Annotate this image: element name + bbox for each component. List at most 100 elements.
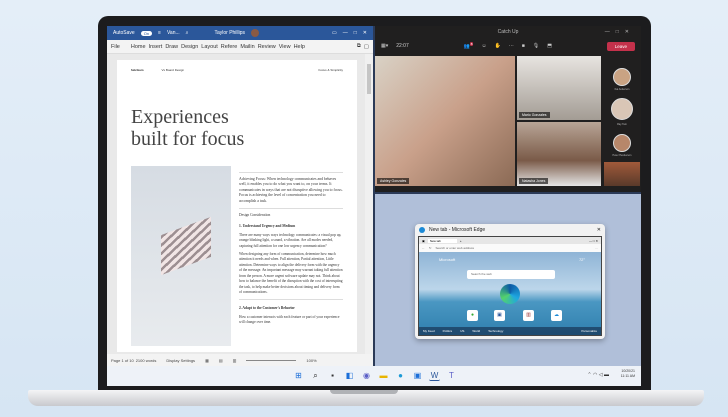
edge-window-thumbnail[interactable]: New tab - Microsoft Edge ✕ ▣ New tab + — □ … (415, 224, 605, 339)
leave-button[interactable]: Leave (606, 41, 635, 51)
ribbon-display-icon[interactable]: ▭ (332, 30, 337, 36)
doc-header-mid: Vs Board Design (161, 68, 185, 72)
address-input[interactable]: Search or enter web address (436, 246, 475, 250)
tab-help[interactable]: Help (294, 44, 305, 50)
video-tile-main[interactable]: Ashley Gonzales (375, 56, 515, 186)
edge-icon[interactable]: ● (395, 370, 406, 381)
quick-link-onedrive[interactable]: ☁ (551, 310, 562, 321)
document-page[interactable]: fabrikam Vs Board Design Focus & Simplic… (117, 60, 357, 352)
save-icon[interactable]: ≡ (158, 30, 161, 36)
doc-body: Achieving Focus: When technology communi… (239, 168, 343, 326)
start-icon[interactable]: ⊞ (293, 370, 304, 381)
nav-politics[interactable]: Politics (443, 329, 453, 333)
paragraph-3: How a customer interacts with each featu… (239, 314, 340, 325)
autosave-label: AutoSave (113, 30, 135, 36)
reactions-icon[interactable]: ☺ (481, 43, 486, 49)
quick-link[interactable]: ▣ (494, 310, 505, 321)
system-tray-icons[interactable]: ⌃ ◠ ◁ ▬ (587, 372, 609, 378)
edge-icon (419, 227, 425, 233)
roster-avatar[interactable] (611, 98, 633, 120)
personalize-button[interactable]: Personalize (581, 329, 597, 333)
comments-icon[interactable]: ▢ (364, 44, 369, 50)
autosave-toggle[interactable]: On (140, 30, 153, 36)
self-view-tile[interactable] (604, 162, 640, 186)
clock[interactable]: 10/20/21 11:11 AM (621, 369, 635, 379)
raise-hand-icon[interactable]: ✋ (495, 43, 501, 49)
quick-link-xbox[interactable]: ● (467, 310, 478, 321)
tab-layout[interactable]: Layout (201, 44, 218, 50)
page-count[interactable]: Page 1 of 10 (111, 358, 134, 363)
nav-world[interactable]: World (472, 329, 480, 333)
quick-link[interactable]: ▥ (523, 310, 534, 321)
participant-name: Natasha Jones (519, 178, 549, 184)
word-count[interactable]: 2100 words (136, 358, 157, 363)
page-header: fabrikam Vs Board Design Focus & Simplic… (131, 68, 343, 72)
nav-us[interactable]: US (460, 329, 464, 333)
layout-icon[interactable]: ▦▾ (381, 43, 388, 49)
video-tile[interactable]: Natasha Jones (517, 122, 601, 186)
avatar[interactable] (251, 29, 260, 37)
window-controls[interactable]: — □ ✕ (589, 239, 598, 243)
tab-home[interactable]: Home (131, 44, 146, 50)
roster-avatar[interactable] (613, 68, 631, 86)
refresh-icon[interactable]: ↻ (429, 246, 432, 250)
teams-icon[interactable]: T (446, 370, 457, 381)
camera-icon[interactable]: ■ (522, 43, 525, 49)
store-icon[interactable]: ▣ (412, 370, 423, 381)
building-image (131, 166, 231, 346)
nav-my-feed[interactable]: My Feed (423, 329, 435, 333)
tab-actions-icon[interactable]: ▣ (422, 239, 425, 243)
zoom-level[interactable]: 100% (306, 358, 316, 363)
user-name[interactable]: Taylor Phillips (214, 30, 245, 36)
close-icon[interactable]: ✕ (597, 227, 601, 233)
menu-icon[interactable]: ··· (595, 246, 598, 250)
tab-draw[interactable]: Draw (165, 44, 178, 50)
window-controls[interactable]: —□✕ (605, 26, 635, 38)
word-window: AutoSave On ≡ Van... ⌕ Taylor Phillips ▭… (107, 26, 373, 366)
roster-avatar[interactable] (613, 134, 631, 152)
display-settings[interactable]: Display Settings (166, 358, 195, 363)
maximize-icon[interactable]: □ (354, 30, 357, 36)
tab-view[interactable]: View (279, 44, 291, 50)
back-icon[interactable]: ← (422, 246, 425, 250)
share-screen-icon[interactable]: ⬒ (547, 43, 552, 49)
browser-tab[interactable]: New tab (427, 238, 457, 243)
tab-references[interactable]: Refere (221, 44, 238, 50)
edge-window-title: New tab - Microsoft Edge (429, 227, 486, 233)
chat-icon[interactable]: ◉ (361, 370, 372, 381)
tab-insert[interactable]: Insert (149, 44, 163, 50)
share-icon[interactable]: ⧉ (357, 43, 361, 50)
nav-technology[interactable]: Technology (488, 329, 503, 333)
read-mode-icon[interactable]: ▦ (205, 358, 209, 363)
web-layout-icon[interactable]: ▥ (233, 358, 237, 363)
video-tile[interactable]: Mario Gonzales (517, 56, 601, 120)
scroll-thumb[interactable] (367, 64, 371, 94)
mic-icon[interactable]: 🎙 (533, 43, 539, 49)
new-tab-icon[interactable]: + (460, 239, 462, 243)
file-explorer-icon[interactable]: ▬ (378, 370, 389, 381)
minimize-icon[interactable]: — (343, 30, 348, 36)
participants-icon[interactable]: 👥8 (464, 42, 474, 50)
intro-paragraph: Achieving Focus: When technology communi… (239, 177, 343, 203)
close-icon[interactable]: ✕ (363, 30, 367, 36)
meeting-toolbar: ▦▾ 22:07 👥8 ☺ ✋ ··· ■ 🎙 ⬒ Leave (375, 38, 641, 54)
tab-review[interactable]: Review (258, 44, 276, 50)
filename[interactable]: Van... (167, 30, 180, 36)
roster-name: Peter Henderson (612, 154, 632, 157)
web-search-input[interactable]: Search the web (467, 270, 555, 279)
print-layout-icon[interactable]: ▤ (219, 358, 223, 363)
zoom-slider[interactable] (246, 359, 297, 361)
tab-design[interactable]: Design (181, 44, 198, 50)
more-icon[interactable]: ··· (509, 43, 514, 49)
search-icon[interactable]: ⌕ (310, 370, 321, 381)
doc-header-right: Focus & Simplicity (318, 68, 343, 72)
tab-mailings[interactable]: Mailin (240, 44, 254, 50)
vertical-scrollbar[interactable] (365, 54, 373, 354)
widgets-icon[interactable]: ◧ (344, 370, 355, 381)
task-view-icon[interactable]: ▪ (327, 370, 338, 381)
word-icon[interactable]: W (429, 370, 440, 381)
divider (239, 299, 343, 301)
search-icon[interactable]: ⌕ (186, 30, 189, 36)
taskbar-apps: ⊞ ⌕ ▪ ◧ ◉ ▬ ● ▣ W T (293, 370, 457, 381)
tab-file[interactable]: File (111, 44, 120, 50)
